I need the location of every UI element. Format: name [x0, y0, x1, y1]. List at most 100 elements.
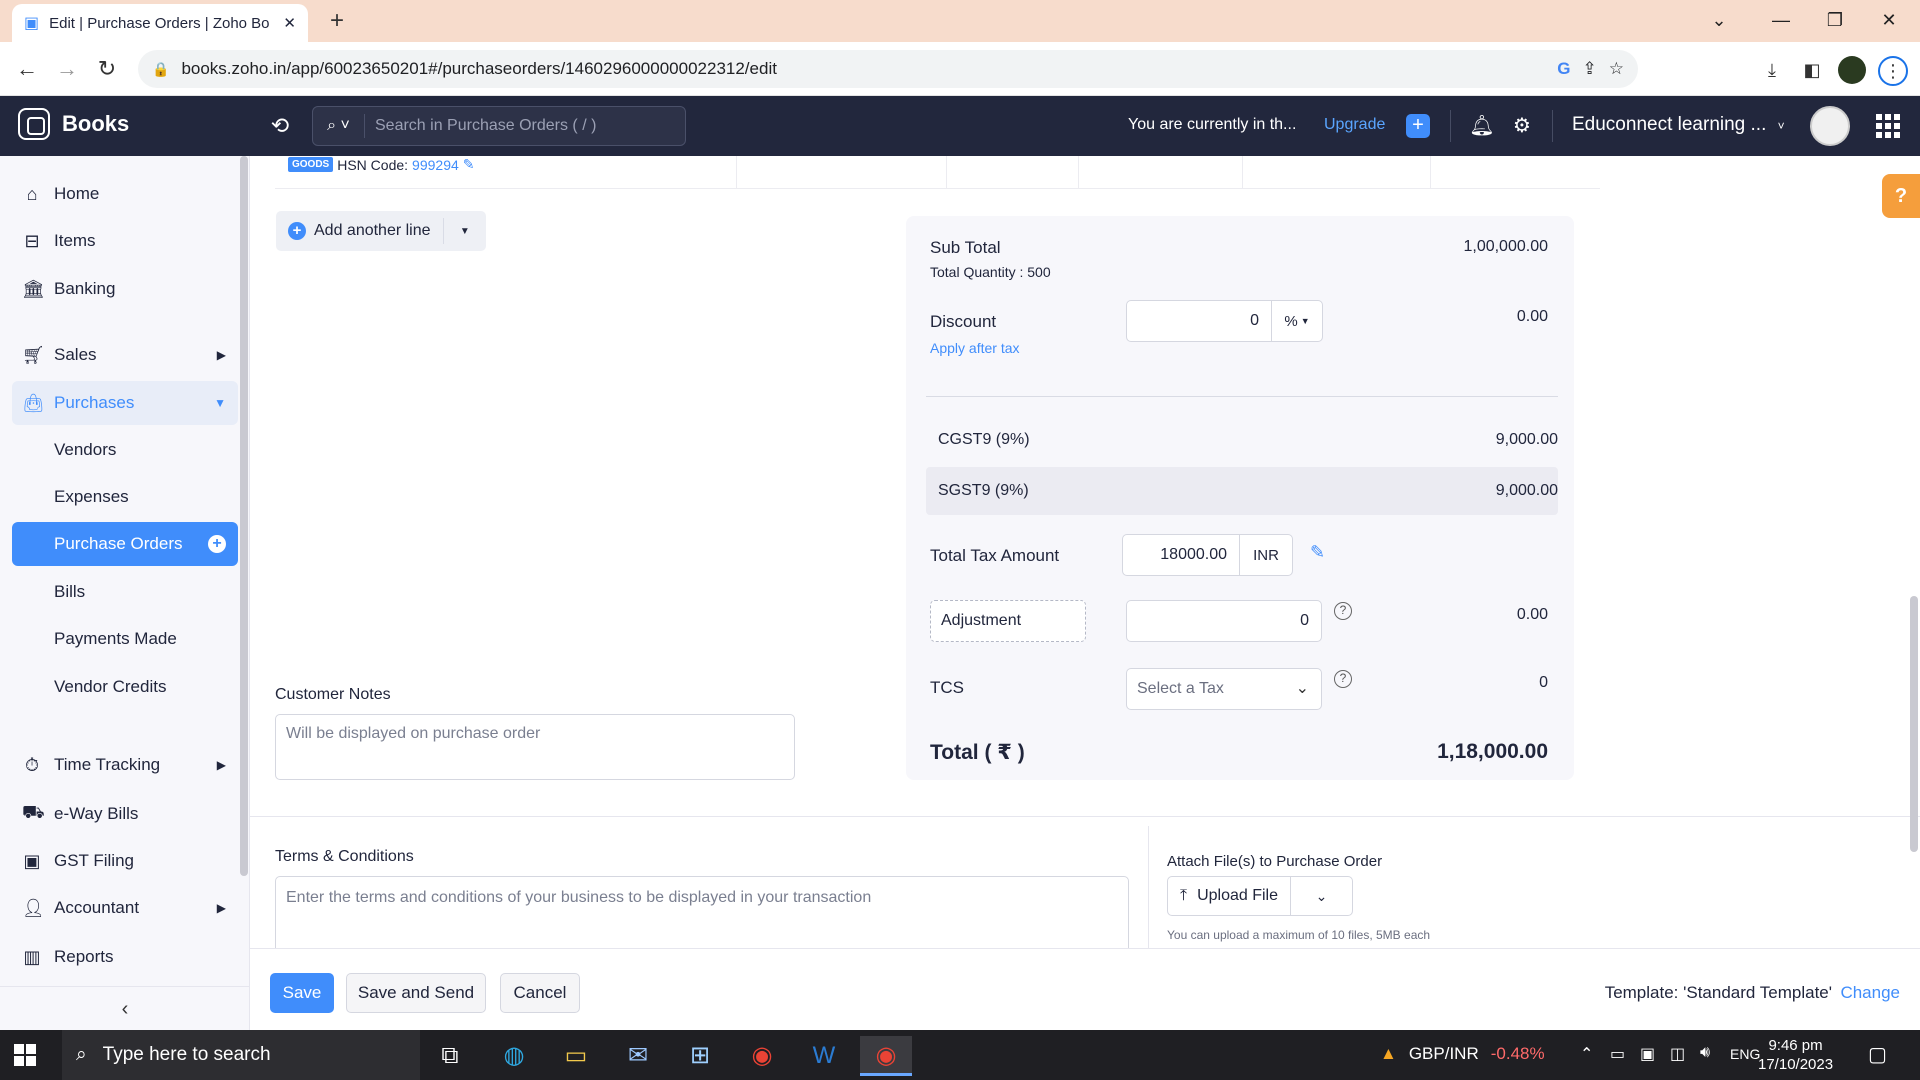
discount-value: 0.00 — [1516, 308, 1548, 325]
tab-search-icon[interactable]: ⌄ — [1696, 4, 1742, 36]
address-bar[interactable]: 🔒 books.zoho.in/app/60023650201#/purchas… — [138, 50, 1638, 88]
sidebar-item-bills[interactable]: Bills — [12, 570, 238, 614]
notification-bell-icon[interactable]: 🔔︎ — [1468, 112, 1496, 140]
sidebar-item-accountant[interactable]: 👤︎ Accountant ▶ — [12, 886, 238, 930]
change-template-link[interactable]: Change — [1840, 983, 1900, 1003]
sidebar-item-time-tracking[interactable]: ⏱︎ Time Tracking ▶ — [12, 743, 238, 787]
sidebar-item-reports[interactable]: ▥ Reports — [12, 935, 238, 979]
volume-icon[interactable]: 🔊︎ — [1700, 1044, 1710, 1062]
notification-center-icon[interactable]: ▢ — [1868, 1042, 1887, 1067]
word-icon[interactable]: W — [798, 1036, 850, 1076]
sidebar-item-payments-made[interactable]: Payments Made — [12, 617, 238, 661]
expand-arrow-icon: ▶ — [216, 758, 226, 772]
edit-tax-pencil-icon[interactable]: ✎ — [1310, 542, 1325, 563]
clock[interactable]: 9:46 pm 17/10/2023 — [1758, 1036, 1833, 1074]
edit-pencil-icon[interactable]: ✎ — [463, 156, 475, 173]
adjustment-label-input[interactable]: Adjustment — [930, 600, 1086, 642]
sidebar-item-gst-filing[interactable]: ▣ GST Filing — [12, 839, 238, 883]
language-indicator[interactable]: ENG — [1730, 1046, 1760, 1062]
upgrade-link[interactable]: Upgrade — [1324, 116, 1385, 134]
share-icon[interactable]: ⇪ — [1583, 59, 1597, 79]
recent-history-icon[interactable]: ⟲ — [266, 112, 294, 140]
terms-textarea[interactable]: Enter the terms and conditions of your b… — [275, 876, 1129, 948]
apply-after-tax-link[interactable]: Apply after tax — [930, 340, 1020, 356]
taskbar-search[interactable]: ⌕ Type here to search — [62, 1030, 420, 1080]
bookmark-star-icon[interactable]: ☆ — [1609, 59, 1624, 79]
battery-icon[interactable]: ▭ — [1610, 1044, 1625, 1064]
search-icon[interactable]: ⌕ ˅ — [313, 114, 365, 138]
discount-unit-dropdown[interactable]: % ▼ — [1271, 300, 1323, 342]
sidebar-item-vendor-credits[interactable]: Vendor Credits — [12, 665, 238, 709]
cancel-button[interactable]: Cancel — [500, 973, 580, 1013]
sidebar-item-label: Vendors — [54, 440, 117, 459]
add-purchase-order-icon[interactable]: + — [208, 535, 226, 553]
sidebar-item-purchase-orders[interactable]: Purchase Orders + — [12, 522, 238, 566]
store-icon[interactable]: ⊞ — [674, 1036, 726, 1076]
tcs-select[interactable]: Select a Tax ⌄ — [1126, 668, 1322, 710]
close-window-button[interactable]: ✕ — [1866, 4, 1912, 36]
reload-icon[interactable]: ↻ — [92, 54, 122, 84]
stock-ticker[interactable]: ▲ GBP/INR -0.48% — [1380, 1044, 1545, 1064]
sidebar: ⌂ Home ⊟ Items 🏛︎ Banking 🛒︎ Sales ▶ 👜︎ … — [0, 156, 250, 1030]
collapse-sidebar-chevron-left-icon[interactable]: ‹ — [0, 986, 250, 1030]
sidebar-item-expenses[interactable]: Expenses — [12, 475, 238, 519]
chrome-icon[interactable]: ◉ — [736, 1036, 788, 1076]
upload-file-main[interactable]: ⤒ Upload File — [1168, 877, 1292, 915]
adjustment-help-icon[interactable]: ? — [1334, 602, 1352, 620]
edge-browser-icon[interactable]: ◍ — [488, 1036, 540, 1076]
file-explorer-icon[interactable]: ▭ — [550, 1036, 602, 1076]
minimize-button[interactable]: — — [1758, 4, 1804, 36]
windows-start-icon[interactable] — [14, 1044, 36, 1066]
download-icon[interactable]: ⤓ — [1758, 56, 1786, 84]
chrome-active-icon[interactable]: ◉ — [860, 1036, 912, 1076]
add-another-line-button[interactable]: + Add another line ▼ — [276, 211, 486, 251]
google-icon[interactable]: G — [1557, 59, 1570, 79]
save-and-send-button[interactable]: Save and Send — [346, 973, 486, 1013]
sidebar-item-purchases[interactable]: 👜︎ Purchases ▼ — [12, 381, 238, 425]
browser-menu-icon[interactable]: ⋮ — [1878, 56, 1908, 86]
help-question-icon[interactable]: ? — [1882, 174, 1920, 218]
hsn-code-link[interactable]: 999294 — [412, 157, 459, 173]
total-tax-input[interactable]: 18000.00 — [1122, 534, 1240, 576]
discount-input[interactable]: 0 — [1126, 300, 1272, 342]
browser-tab[interactable]: ▣ Edit | Purchase Orders | Zoho Bo ✕ — [12, 4, 308, 42]
sidebar-item-sales[interactable]: 🛒︎ Sales ▶ — [12, 333, 238, 377]
sidebar-item-items[interactable]: ⊟ Items — [12, 219, 238, 263]
network-icon[interactable]: ▣ — [1640, 1044, 1655, 1064]
sidebar-item-banking[interactable]: 🏛︎ Banking — [12, 267, 238, 311]
new-tab-button[interactable]: + — [322, 8, 352, 36]
chevron-down-icon[interactable]: ⌄ — [1291, 888, 1352, 905]
add-line-main[interactable]: + Add another line — [276, 218, 444, 244]
settings-gear-icon[interactable]: ⚙ — [1508, 112, 1536, 140]
task-view-icon[interactable]: ⧉ — [424, 1036, 476, 1076]
profile-avatar[interactable] — [1838, 56, 1866, 84]
customer-notes-textarea[interactable]: Will be displayed on purchase order — [275, 714, 795, 780]
adjustment-input[interactable]: 0 — [1126, 600, 1322, 642]
total-tax-amount-label: Total Tax Amount — [930, 546, 1060, 565]
home-icon: ⌂ — [26, 183, 38, 204]
user-avatar[interactable] — [1810, 106, 1850, 146]
quick-create-button[interactable]: + — [1406, 114, 1430, 138]
sidebar-scrollbar[interactable] — [240, 156, 248, 876]
org-switcher[interactable]: Educonnect learning ... ˅ — [1572, 114, 1785, 136]
back-icon[interactable]: ← — [12, 54, 42, 84]
sidebar-item-eway-bills[interactable]: ⛟ e-Way Bills — [12, 792, 238, 836]
sidebar-item-home[interactable]: ⌂ Home — [12, 172, 238, 216]
save-button[interactable]: Save — [270, 973, 334, 1013]
tray-overflow-chevron-up-icon[interactable]: ⌃ — [1580, 1044, 1593, 1064]
caret-down-icon[interactable]: ▼ — [444, 226, 486, 237]
brand[interactable]: Books — [18, 108, 129, 140]
forward-icon[interactable]: → — [52, 54, 82, 84]
app-launcher-grid-icon[interactable] — [1876, 114, 1900, 138]
main-scrollbar[interactable] — [1910, 596, 1918, 852]
tcs-help-icon[interactable]: ? — [1334, 670, 1352, 688]
upload-file-button[interactable]: ⤒ Upload File ⌄ — [1167, 876, 1353, 916]
restore-button[interactable]: ❐ — [1812, 4, 1858, 36]
search-box[interactable]: ⌕ ˅ — [312, 106, 686, 146]
search-input[interactable] — [365, 117, 685, 135]
display-icon[interactable]: ◫ — [1670, 1044, 1685, 1064]
sidepanel-icon[interactable]: ◧ — [1798, 56, 1826, 84]
sidebar-item-vendors[interactable]: Vendors — [12, 428, 238, 472]
mail-icon[interactable]: ✉ — [612, 1036, 664, 1076]
close-tab-icon[interactable]: ✕ — [283, 14, 296, 32]
